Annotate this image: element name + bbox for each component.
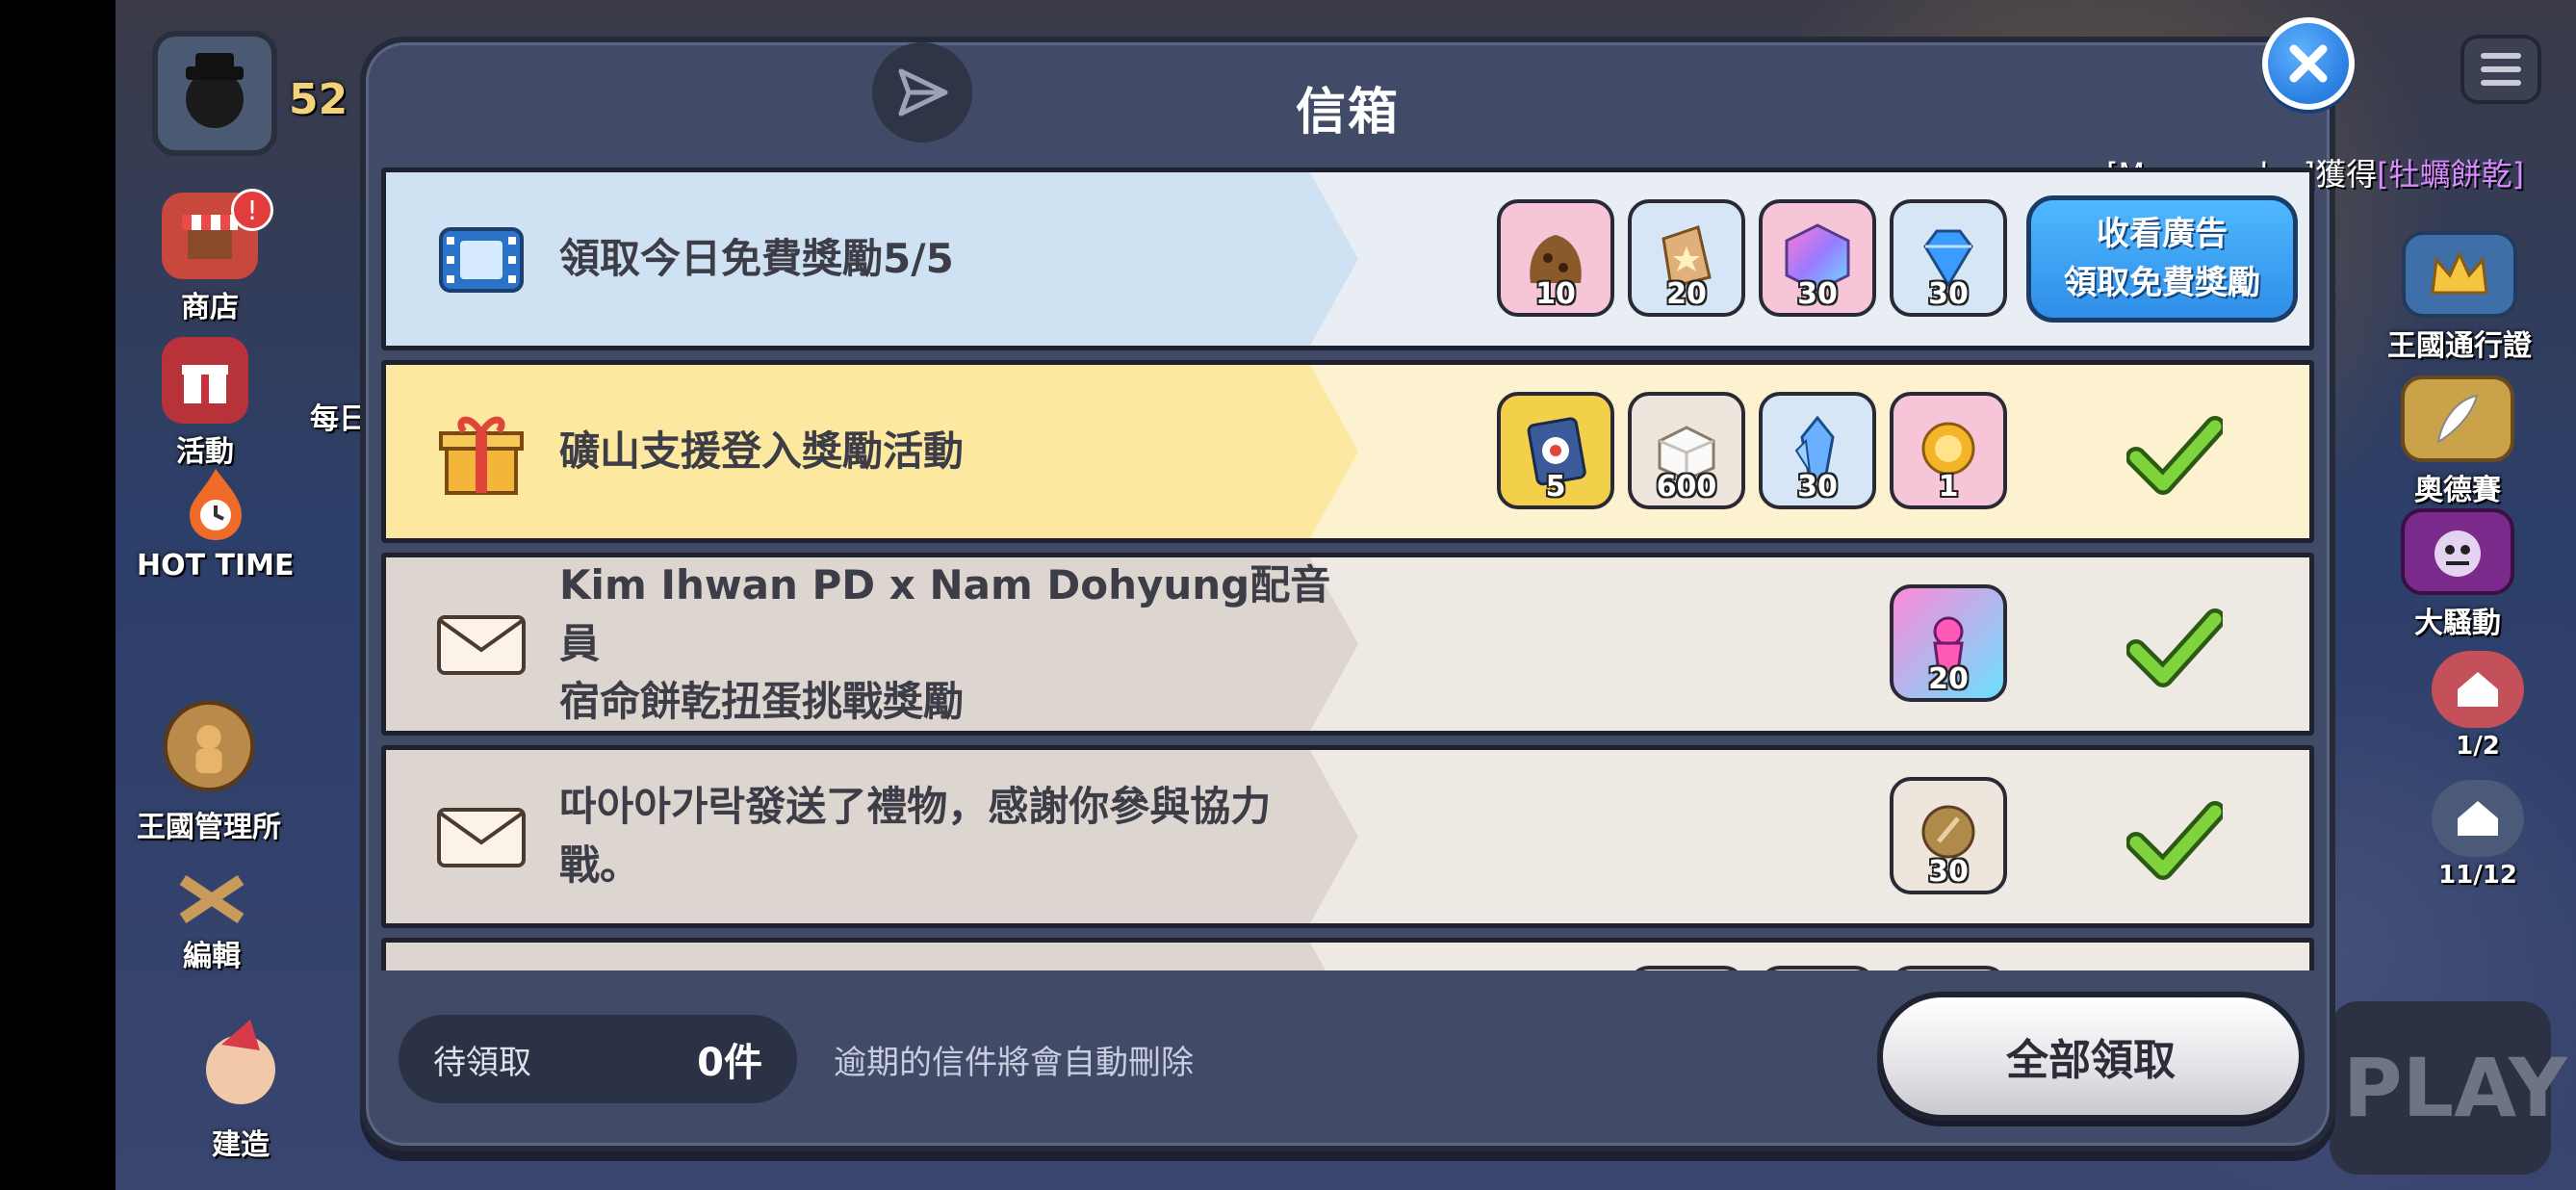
- expire-notice: 逾期的信件將會自動刪除: [834, 1043, 1194, 1082]
- claim-all-button[interactable]: 全部領取: [1877, 992, 2305, 1121]
- send-gift-button[interactable]: [872, 42, 972, 142]
- reward-slot[interactable]: 20: [1890, 584, 2007, 702]
- reward-count: 30: [1797, 277, 1838, 311]
- hud-build[interactable]: 建造: [193, 1011, 289, 1163]
- close-button[interactable]: [2262, 17, 2355, 110]
- cookie-emblem-icon: [161, 693, 257, 799]
- reward-slot[interactable]: 30: [1759, 392, 1876, 509]
- reward-slot[interactable]: 10: [1497, 199, 1614, 317]
- mail-title: 領取今日免費獎勵5/5: [559, 234, 954, 282]
- flame-clock-icon: [167, 462, 264, 545]
- claim-free-label: 領取免費獎勵: [2064, 264, 2260, 302]
- level-indicator: 52: [289, 75, 348, 124]
- film-icon: [434, 213, 528, 307]
- reward-count: 30: [1797, 470, 1838, 504]
- mail-title-line1: Kim Ihwan PD x Nam Dohyung配音員: [559, 560, 1331, 667]
- reward-slot[interactable]: 1: [1890, 392, 2007, 509]
- watch-ad-claim-button[interactable]: 收看廣告 領取免費獎勵: [2026, 195, 2298, 323]
- reward-slot[interactable]: 20: [1628, 199, 1745, 317]
- hud-build-label: 建造: [212, 1128, 270, 1162]
- mail-item-coop-gift: 따아아가락發送了禮物，感謝你參與協力戰。 30: [381, 745, 2314, 928]
- mail-item-mine-login: 礦山支援登入獎勵活動 5 600 30 1: [381, 360, 2314, 543]
- envelope-icon: [434, 598, 528, 692]
- mail-title: 礦山支援登入獎勵活動: [559, 427, 965, 475]
- mail-title: 따아아가락發送了禮物，感謝你參與協力戰。: [559, 783, 1272, 889]
- pending-counter: 待領取 0件: [399, 1015, 797, 1103]
- reward-count: 600: [1656, 470, 1717, 504]
- envelope-icon: [434, 790, 528, 885]
- reward-slot[interactable]: 30: [1759, 199, 1876, 317]
- hud-daily[interactable]: 每日: [310, 395, 368, 437]
- pending-count: 0件: [697, 1041, 762, 1085]
- hud-shop-label: 商店: [181, 291, 239, 324]
- reward-slot[interactable]: 600: [1628, 392, 1745, 509]
- dialog-title: 信箱: [1295, 84, 1400, 142]
- play-button[interactable]: PLAY: [2330, 1001, 2567, 1175]
- house-icon: [2432, 651, 2524, 728]
- build-cookie-icon: [193, 1011, 289, 1117]
- player-avatar[interactable]: [152, 31, 277, 156]
- claim-all-label: 全部領取: [2006, 1036, 2176, 1085]
- reward-slot[interactable]: 30: [1890, 199, 2007, 317]
- hud-edit[interactable]: 編輯: [164, 870, 260, 974]
- close-icon: [2289, 44, 2328, 83]
- house-slot-1[interactable]: 1/2: [2432, 651, 2524, 761]
- hamburger-icon: [2481, 53, 2521, 59]
- play-button-label: PLAY: [2343, 1041, 2567, 1135]
- hud-odyssey-label: 奧德賽: [2414, 474, 2501, 507]
- mail-title: Kim Ihwan PD x Nam Dohyung配音員 宿命餅乾扭蛋挑戰獎勵: [559, 557, 1349, 731]
- shop-alert-badge: !: [231, 189, 273, 231]
- watch-ad-label: 收看廣告: [2097, 215, 2228, 253]
- hud-kingdom-admin-label: 王國管理所: [137, 811, 281, 844]
- hud-odyssey[interactable]: 奧德賽: [2401, 375, 2514, 508]
- house-slot-1-counter: 1/2: [2456, 732, 2500, 761]
- mail-item-partial: [381, 938, 2314, 970]
- level-value: 52: [289, 75, 348, 124]
- reward-count: 30: [1928, 855, 1969, 889]
- reward-count: 30: [1928, 277, 1969, 311]
- reward-count: 20: [1928, 662, 1969, 696]
- hud-kingdom-pass-label: 王國通行證: [2387, 329, 2532, 363]
- house-slot-2-counter: 11/12: [2438, 861, 2517, 890]
- event-gift-icon: [162, 337, 248, 424]
- letterbox-left: [0, 0, 116, 1190]
- mail-item-ad-reward: 領取今日免費獎勵5/5 10 20 30 30 收看廣告 領取免費獎勵: [381, 168, 2314, 350]
- hud-uproar-label: 大騷動: [2414, 607, 2501, 640]
- house-slot-2[interactable]: 11/12: [2432, 780, 2524, 890]
- claimed-check-icon: [2126, 608, 2223, 687]
- crown-icon: [2402, 231, 2517, 318]
- mail-item-gacha-challenge: Kim Ihwan PD x Nam Dohyung配音員 宿命餅乾扭蛋挑戰獎勵…: [381, 553, 2314, 736]
- pending-label: 待領取: [433, 1043, 531, 1082]
- main-menu-button[interactable]: [2460, 35, 2541, 104]
- reward-slot[interactable]: [1759, 966, 1876, 970]
- hud-event[interactable]: 活動: [162, 337, 248, 470]
- mail-title-line2: 宿命餅乾扭蛋挑戰獎勵: [559, 678, 965, 726]
- mail-list[interactable]: 領取今日免費獎勵5/5 10 20 30 30 收看廣告 領取免費獎勵 礦山支援…: [377, 164, 2314, 970]
- feather-scroll-icon: [2401, 375, 2514, 462]
- hud-hot-time[interactable]: HOT TIME: [137, 462, 295, 582]
- toast-highlight: [牡蠣餅乾]: [2377, 156, 2525, 193]
- reward-count: 5: [1545, 470, 1566, 504]
- reward-slot[interactable]: [1890, 966, 2007, 970]
- reward-count: 10: [1535, 277, 1576, 311]
- reward-count: 1: [1938, 470, 1959, 504]
- reward-slot[interactable]: 5: [1497, 392, 1614, 509]
- reward-count: 20: [1666, 277, 1707, 311]
- reward-slot[interactable]: [1628, 966, 1745, 970]
- hud-uproar[interactable]: 大騷動: [2401, 508, 2514, 641]
- monster-icon: [2401, 508, 2514, 595]
- house-icon: [2432, 780, 2524, 857]
- claimed-check-icon: [2126, 801, 2223, 880]
- paper-plane-icon: [898, 68, 948, 116]
- hud-daily-label: 每日: [310, 402, 368, 436]
- edit-tools-icon: [164, 870, 260, 928]
- hud-edit-label: 編輯: [183, 940, 241, 973]
- gift-box-icon: [434, 405, 528, 500]
- claimed-check-icon: [2126, 416, 2223, 495]
- avatar-icon: [186, 53, 244, 128]
- hud-hot-time-label: HOT TIME: [137, 549, 295, 582]
- reward-slot[interactable]: 30: [1890, 777, 2007, 894]
- hud-kingdom-pass[interactable]: 王國通行證: [2387, 231, 2532, 364]
- hud-kingdom-admin[interactable]: 王國管理所: [137, 693, 281, 845]
